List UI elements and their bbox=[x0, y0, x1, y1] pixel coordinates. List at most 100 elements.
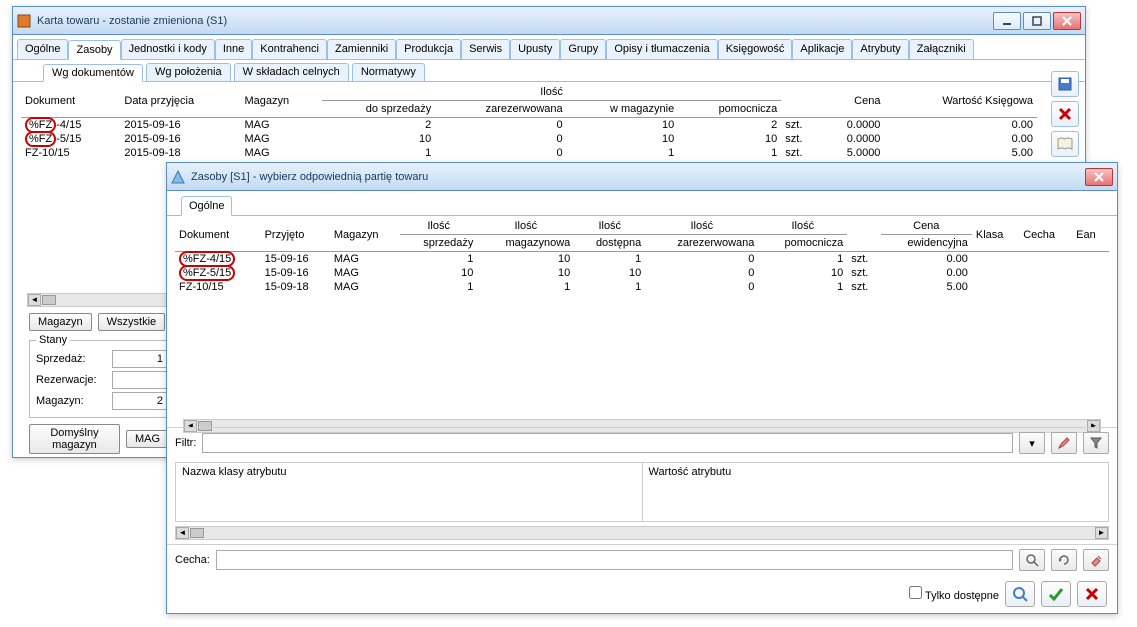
subtab-wg-dokumentów[interactable]: Wg dokumentów bbox=[43, 64, 143, 82]
col2-ilosc-mag-top[interactable]: Ilość bbox=[477, 218, 574, 235]
col-magazyn[interactable]: Magazyn bbox=[240, 84, 321, 118]
attr-value-col[interactable]: Wartość atrybutu bbox=[643, 463, 1109, 521]
refresh-icon[interactable] bbox=[1051, 549, 1077, 571]
maximize-button[interactable] bbox=[1023, 12, 1051, 30]
tab-upusty[interactable]: Upusty bbox=[510, 39, 560, 59]
cancel-button[interactable] bbox=[1077, 581, 1107, 607]
col2-dostepna[interactable]: dostępna bbox=[574, 235, 645, 252]
sprzedaz-input[interactable] bbox=[112, 350, 167, 368]
col-zar[interactable]: zarezerwowana bbox=[435, 101, 566, 118]
col-data[interactable]: Data przyjęcia bbox=[120, 84, 240, 118]
main-tabstrip: OgólneZasobyJednostki i kodyInneKontrahe… bbox=[13, 35, 1085, 60]
filter-dropdown-icon[interactable]: ▾ bbox=[1019, 432, 1045, 454]
table-row[interactable]: FZ-10/152015-09-18MAG1011szt.5.00005.00 bbox=[21, 146, 1037, 160]
batch-grid: Dokument Przyjęto Magazyn Ilość Ilość Il… bbox=[175, 218, 1109, 294]
filter-input[interactable] bbox=[202, 433, 1013, 453]
col2-pomocnicza[interactable]: pomocnicza bbox=[758, 235, 847, 252]
col2-ewidencyjna[interactable]: ewidencyjna bbox=[881, 235, 972, 252]
domyslny-magazyn-button[interactable]: Domyślny magazyn bbox=[29, 424, 120, 454]
col2-ilosc-sprz-top[interactable]: Ilość bbox=[400, 218, 477, 235]
col-cena[interactable]: Cena bbox=[820, 84, 884, 118]
col2-ilosc-zar-top[interactable]: Ilość bbox=[645, 218, 758, 235]
tab-kontrahenci[interactable]: Kontrahenci bbox=[252, 39, 327, 59]
tab-księgowość[interactable]: Księgowość bbox=[718, 39, 793, 59]
col-wartosc[interactable]: Wartość Księgowa bbox=[884, 84, 1037, 118]
window1-titlebar[interactable]: Karta towaru - zostanie zmieniona (S1) bbox=[13, 7, 1085, 35]
filter-label: Filtr: bbox=[175, 437, 196, 449]
close-button[interactable] bbox=[1053, 12, 1081, 30]
w2-tabstrip: Ogólne bbox=[167, 191, 1117, 216]
save-icon[interactable] bbox=[1051, 71, 1079, 97]
window2-title: Zasoby [S1] - wybierz odpowiednią partię… bbox=[191, 171, 1085, 183]
tab-załączniki[interactable]: Załączniki bbox=[909, 39, 974, 59]
attr-name-col[interactable]: Nazwa klasy atrybutu bbox=[176, 463, 643, 521]
subtab-normatywy[interactable]: Normatywy bbox=[352, 63, 425, 81]
col2-unit[interactable] bbox=[847, 218, 880, 252]
subtab-wg-położenia[interactable]: Wg położenia bbox=[146, 63, 231, 81]
tab-produkcja[interactable]: Produkcja bbox=[396, 39, 461, 59]
tab-grupy[interactable]: Grupy bbox=[560, 39, 606, 59]
table-row[interactable]: %FZ-5/152015-09-16MAG1001010szt.0.00000.… bbox=[21, 132, 1037, 146]
tab-opisy-i-tłumaczenia[interactable]: Opisy i tłumaczenia bbox=[606, 39, 717, 59]
ok-button[interactable] bbox=[1041, 581, 1071, 607]
clear-icon[interactable] bbox=[1083, 549, 1109, 571]
magazyn-input[interactable] bbox=[112, 392, 167, 410]
h-scrollbar[interactable]: ◄► bbox=[175, 526, 1109, 540]
tab-ogolne[interactable]: Ogólne bbox=[181, 196, 232, 216]
col-pom[interactable]: pomocnicza bbox=[678, 101, 781, 118]
tab-inne[interactable]: Inne bbox=[215, 39, 252, 59]
window2-titlebar[interactable]: Zasoby [S1] - wybierz odpowiednią partię… bbox=[167, 163, 1117, 191]
sprzedaz-label: Sprzedaż: bbox=[36, 353, 106, 365]
tab-jednostki-i-kody[interactable]: Jednostki i kody bbox=[121, 39, 215, 59]
search-button[interactable] bbox=[1005, 581, 1035, 607]
col-unit[interactable] bbox=[781, 84, 820, 118]
tab-zamienniki[interactable]: Zamienniki bbox=[327, 39, 396, 59]
search-icon[interactable] bbox=[1019, 549, 1045, 571]
table-row[interactable]: %FZ-4/152015-09-16MAG20102szt.0.00000.00 bbox=[21, 118, 1037, 133]
tab-ogólne[interactable]: Ogólne bbox=[17, 39, 68, 59]
window1-title: Karta towaru - zostanie zmieniona (S1) bbox=[37, 15, 993, 27]
lookup-icon bbox=[171, 170, 185, 184]
wszystkie-button[interactable]: Wszystkie bbox=[98, 313, 166, 331]
delete-icon[interactable] bbox=[1051, 101, 1079, 127]
book-icon[interactable] bbox=[1051, 131, 1079, 157]
col2-sprzedazy[interactable]: sprzedaży bbox=[400, 235, 477, 252]
tylko-dostepne-label[interactable]: Tylko dostępne bbox=[909, 586, 999, 602]
table-row[interactable]: FZ-10/1515-09-18MAG11101szt.5.00 bbox=[175, 280, 1109, 294]
tab-atrybuty[interactable]: Atrybuty bbox=[852, 39, 908, 59]
app-icon bbox=[17, 14, 31, 28]
cecha-input[interactable] bbox=[216, 550, 1013, 570]
col2-ilosc-dost-top[interactable]: Ilość bbox=[574, 218, 645, 235]
magazyn-button[interactable]: Magazyn bbox=[29, 313, 92, 331]
col2-dokument[interactable]: Dokument bbox=[175, 218, 261, 252]
minimize-button[interactable] bbox=[993, 12, 1021, 30]
h-scrollbar[interactable]: ◄ bbox=[27, 293, 171, 307]
col-wmag[interactable]: w magazynie bbox=[567, 101, 679, 118]
table-row[interactable]: %FZ-5/1515-09-16MAG101010010szt.0.00 bbox=[175, 266, 1109, 280]
col2-przyjeto[interactable]: Przyjęto bbox=[261, 218, 330, 252]
tab-aplikacje[interactable]: Aplikacje bbox=[792, 39, 852, 59]
rezerwacje-input[interactable] bbox=[112, 371, 167, 389]
col2-magazynowa[interactable]: magazynowa bbox=[477, 235, 574, 252]
col-dokument[interactable]: Dokument bbox=[21, 84, 120, 118]
filter-edit-icon[interactable] bbox=[1051, 432, 1077, 454]
subtab-w-składach-celnych[interactable]: W składach celnych bbox=[234, 63, 349, 81]
tab-serwis[interactable]: Serwis bbox=[461, 39, 510, 59]
col2-cecha[interactable]: Cecha bbox=[1019, 218, 1072, 252]
col2-cena-top[interactable]: Cena bbox=[881, 218, 972, 235]
col2-klasa[interactable]: Klasa bbox=[972, 218, 1019, 252]
col-sprz[interactable]: do sprzedaży bbox=[322, 101, 435, 118]
tab-zasoby[interactable]: Zasoby bbox=[68, 40, 120, 60]
sub-tabstrip: Wg dokumentówWg położeniaW składach celn… bbox=[13, 60, 1085, 82]
col2-magazyn[interactable]: Magazyn bbox=[330, 218, 400, 252]
col2-ean[interactable]: Ean bbox=[1072, 218, 1109, 252]
col2-zarezerwowana[interactable]: zarezerwowana bbox=[645, 235, 758, 252]
close-button[interactable] bbox=[1085, 168, 1113, 186]
table-row[interactable]: %FZ-4/1515-09-16MAG110101szt.0.00 bbox=[175, 252, 1109, 267]
filter-funnel-icon[interactable] bbox=[1083, 432, 1109, 454]
col2-ilosc-pom-top[interactable]: Ilość bbox=[758, 218, 847, 235]
mag-button[interactable]: MAG bbox=[126, 430, 169, 448]
stany-group: Stany Sprzedaż: Rezerwacje: Magazyn: bbox=[29, 334, 174, 418]
stany-legend: Stany bbox=[36, 334, 70, 346]
tylko-dostepne-checkbox[interactable] bbox=[909, 586, 922, 599]
